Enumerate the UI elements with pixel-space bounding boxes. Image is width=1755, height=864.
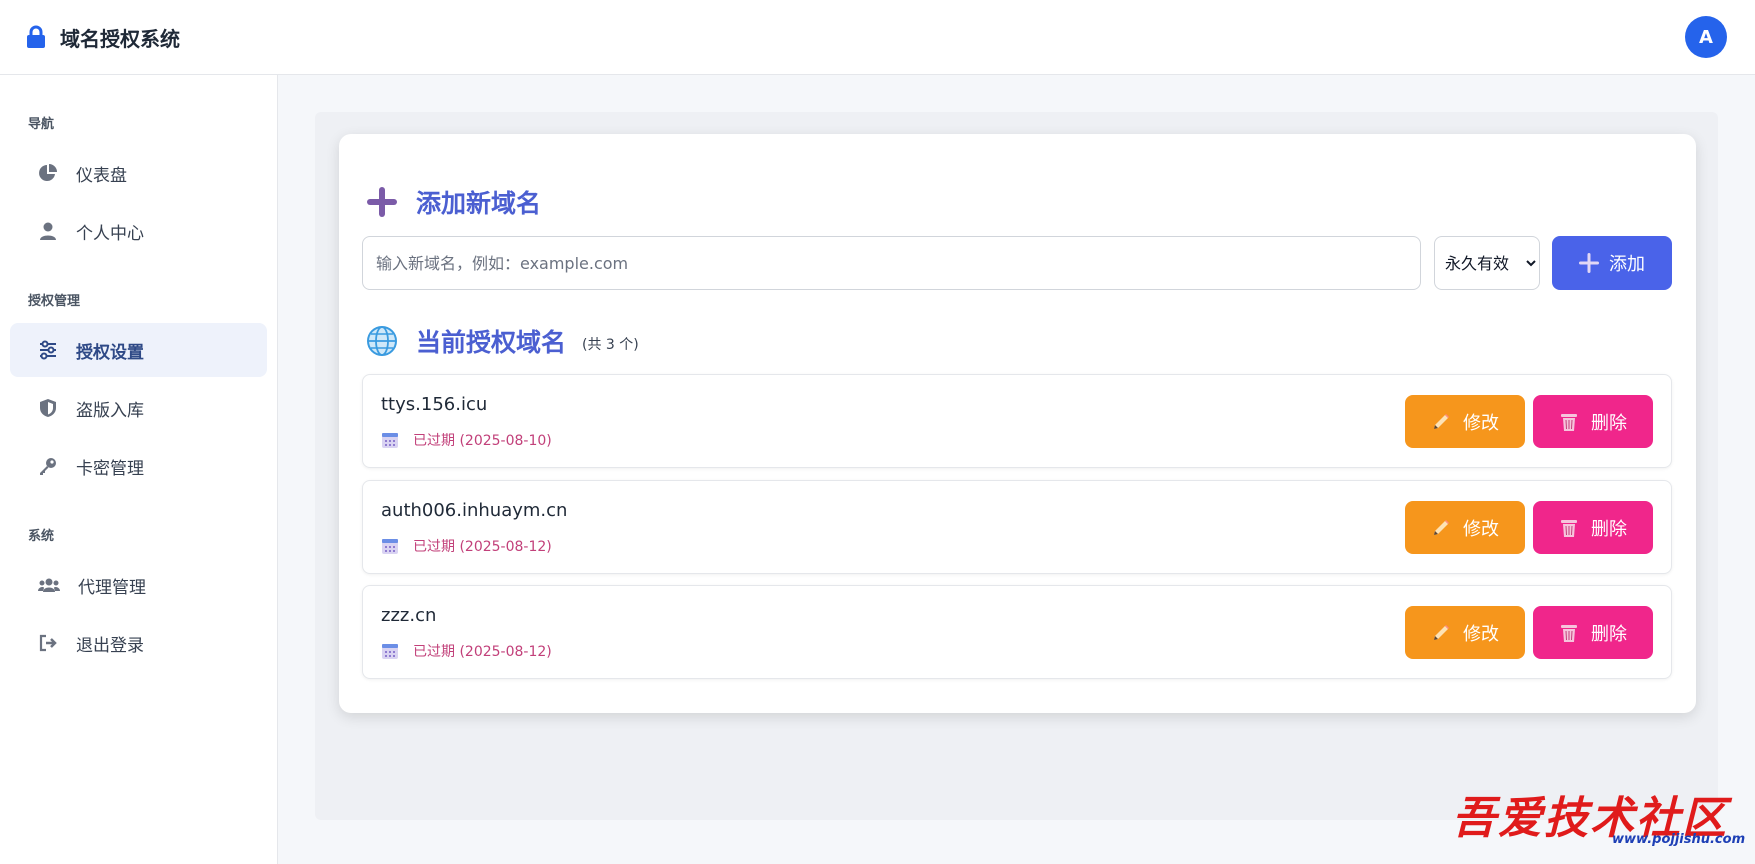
shield-icon <box>40 399 56 417</box>
top-header: 域名授权系统 A <box>0 0 1755 75</box>
sidebar-item-label: 仪表盘 <box>76 165 127 186</box>
sidebar-item-label: 退出登录 <box>76 635 144 656</box>
edit-button[interactable]: 修改 <box>1405 606 1525 659</box>
sidebar-item-cards[interactable]: 卡密管理 <box>10 439 267 493</box>
domain-row: zzz.cn 已过期 (2025-08-12) 修改 删除 <box>362 585 1672 679</box>
sidebar-item-piracy[interactable]: 盗版入库 <box>10 381 267 435</box>
user-icon <box>40 222 56 240</box>
globe-icon <box>367 326 397 356</box>
pencil-icon <box>1434 624 1449 640</box>
period-select[interactable]: 永久有效 <box>1434 236 1540 290</box>
nav-section-system: 系统 <box>28 529 55 544</box>
lock-icon <box>27 25 45 48</box>
trash-icon <box>1561 519 1577 537</box>
add-domain-button[interactable]: 添加 <box>1552 236 1672 290</box>
avatar[interactable]: A <box>1685 16 1727 58</box>
delete-label: 删除 <box>1591 623 1627 644</box>
calendar-icon <box>382 644 398 659</box>
sidebar-item-profile[interactable]: 个人中心 <box>10 204 267 258</box>
pencil-icon <box>1434 519 1449 535</box>
delete-button[interactable]: 删除 <box>1533 501 1653 554</box>
domain-status: 已过期 (2025-08-10) <box>381 430 552 450</box>
trash-icon <box>1561 624 1577 642</box>
app-title: 域名授权系统 <box>60 26 180 51</box>
sidebar-item-label: 盗版入库 <box>76 400 144 421</box>
domain-count: (共 3 个) <box>582 337 639 353</box>
domain-name: auth006.inhuaym.cn <box>381 500 568 521</box>
domain-row: ttys.156.icu 已过期 (2025-08-10) 修改 删除 <box>362 374 1672 468</box>
sidebar-item-label: 授权设置 <box>76 342 144 363</box>
plus-icon <box>367 187 397 217</box>
brand: 域名授权系统 <box>26 23 180 52</box>
sidebar-item-dashboard[interactable]: 仪表盘 <box>10 146 267 200</box>
logout-icon <box>39 634 57 652</box>
domain-name: zzz.cn <box>381 605 437 626</box>
current-domains-title: 当前授权域名 <box>416 328 567 357</box>
plus-icon <box>1579 253 1599 273</box>
sliders-icon <box>40 340 56 360</box>
nav-section-auth: 授权管理 <box>28 294 81 309</box>
delete-label: 删除 <box>1591 518 1627 539</box>
sidebar-item-auth-settings[interactable]: 授权设置 <box>10 323 267 377</box>
delete-button[interactable]: 删除 <box>1533 395 1653 448</box>
sidebar-item-logout[interactable]: 退出登录 <box>10 616 267 670</box>
trash-icon <box>1561 413 1577 431</box>
pencil-icon <box>1434 413 1449 429</box>
calendar-icon <box>382 433 398 448</box>
delete-label: 删除 <box>1591 412 1627 433</box>
watermark-url: www.pojjishu.com <box>1612 832 1746 847</box>
watermark: 吾爱技术社区 www.pojjishu.com <box>1452 782 1752 852</box>
sidebar: 导航 仪表盘 个人中心 授权管理 授权设置 盗版入库 卡密管理 系统 代理管理 … <box>0 75 278 864</box>
edit-button[interactable]: 修改 <box>1405 395 1525 448</box>
users-icon <box>38 578 60 592</box>
expiry-text: 已过期 (2025-08-10) <box>413 433 552 449</box>
pie-chart-icon <box>39 164 57 181</box>
delete-button[interactable]: 删除 <box>1533 606 1653 659</box>
domain-status: 已过期 (2025-08-12) <box>381 641 552 661</box>
edit-label: 修改 <box>1463 623 1499 644</box>
sidebar-item-label: 个人中心 <box>76 223 144 244</box>
expiry-text: 已过期 (2025-08-12) <box>413 644 552 660</box>
current-domains-heading: 当前授权域名 (共 3 个) <box>366 323 639 359</box>
calendar-icon <box>382 539 398 554</box>
expiry-text: 已过期 (2025-08-12) <box>413 539 552 555</box>
add-domain-heading: 添加新域名 <box>366 184 541 220</box>
domain-status: 已过期 (2025-08-12) <box>381 536 552 556</box>
domain-name: ttys.156.icu <box>381 394 488 415</box>
add-button-label: 添加 <box>1609 254 1645 274</box>
domain-row: auth006.inhuaym.cn 已过期 (2025-08-12) 修改 删… <box>362 480 1672 574</box>
key-icon <box>40 458 56 475</box>
edit-button[interactable]: 修改 <box>1405 501 1525 554</box>
domain-input[interactable] <box>362 236 1421 290</box>
add-domain-title: 添加新域名 <box>416 189 542 218</box>
edit-label: 修改 <box>1463 412 1499 433</box>
sidebar-item-label: 代理管理 <box>78 577 146 598</box>
edit-label: 修改 <box>1463 518 1499 539</box>
sidebar-item-label: 卡密管理 <box>76 458 144 479</box>
nav-section-navigation: 导航 <box>28 117 55 132</box>
sidebar-item-agents[interactable]: 代理管理 <box>10 558 267 612</box>
